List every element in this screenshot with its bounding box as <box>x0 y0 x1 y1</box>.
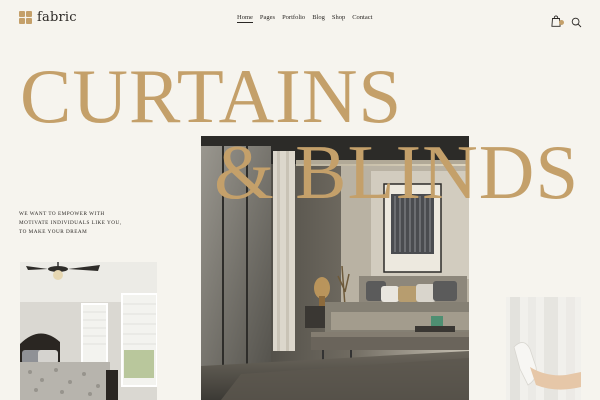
nav-item-contact[interactable]: Contact <box>352 14 372 23</box>
nav-item-shop[interactable]: Shop <box>332 14 345 23</box>
tagline-line-3: TO MAKE YOUR DREAM <box>19 229 88 235</box>
shopping-bag-icon[interactable] <box>551 12 564 27</box>
bedroom-thumbnail-image <box>20 262 157 400</box>
nav-item-pages[interactable]: Pages <box>260 14 275 23</box>
search-icon[interactable] <box>571 13 582 27</box>
hero-title-line-2: & BLINDS <box>214 129 580 215</box>
hero-tagline: WE WANT TO EMPOWER WITH MOTIVATE INDIVID… <box>19 210 159 237</box>
brand-logo[interactable]: fabric <box>19 10 77 25</box>
header-actions <box>551 12 582 27</box>
curtain-detail-image <box>506 297 581 400</box>
tagline-line-2: MOTIVATE INDIVIDUALS LIKE YOU, <box>19 220 122 226</box>
cart-count-badge <box>559 20 564 25</box>
brand-name: fabric <box>37 10 77 25</box>
main-nav: Home Pages Portfolio Blog Shop Contact <box>237 14 372 23</box>
nav-item-home[interactable]: Home <box>237 14 253 23</box>
tagline-line-1: WE WANT TO EMPOWER WITH <box>19 211 105 217</box>
site-header: fabric Home Pages Portfolio Blog Shop Co… <box>0 0 600 38</box>
nav-item-blog[interactable]: Blog <box>312 14 325 23</box>
logo-icon <box>19 11 32 24</box>
nav-item-portfolio[interactable]: Portfolio <box>282 14 305 23</box>
hero-title-line-1: CURTAINS <box>20 53 403 139</box>
